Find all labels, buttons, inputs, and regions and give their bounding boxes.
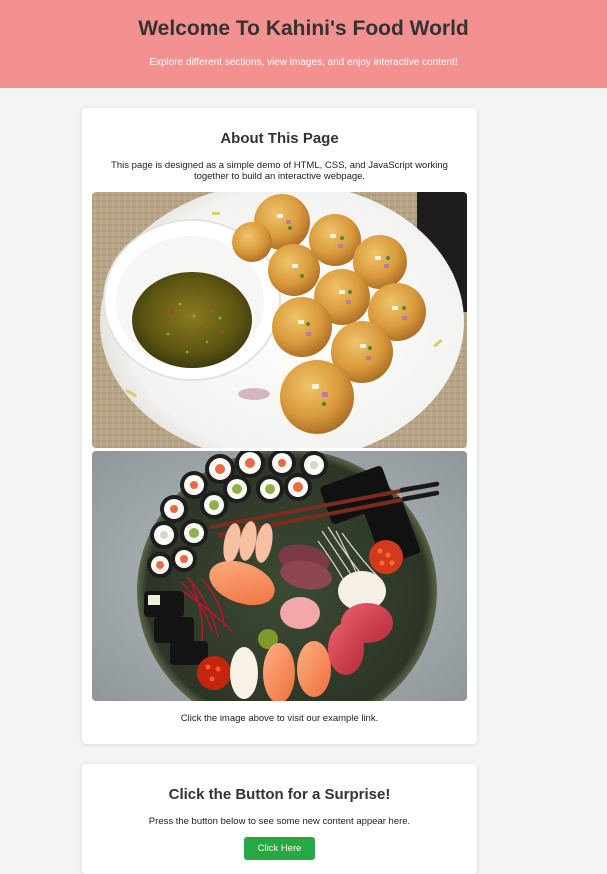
sushi-platter-image[interactable] — [92, 451, 467, 701]
pani-puri-image[interactable] — [92, 192, 467, 448]
surprise-heading: Click the Button for a Surprise! — [168, 786, 391, 803]
page-header: Welcome To Kahini's Food World Explore d… — [0, 0, 607, 88]
about-heading: About This Page — [220, 130, 339, 147]
image-caption: Click the image above to visit our examp… — [180, 713, 379, 724]
about-section: About This Page This page is designed as… — [82, 108, 477, 744]
surprise-description: Press the button below to see some new c… — [148, 816, 411, 827]
about-description: This page is designed as a simple demo o… — [111, 160, 448, 182]
surprise-button[interactable]: Click Here — [244, 837, 315, 860]
surprise-section: Click the Button for a Surprise! Press t… — [82, 764, 477, 874]
page-subtitle: Explore different sections, view images,… — [149, 57, 458, 68]
page-title: Welcome To Kahini's Food World — [138, 17, 469, 40]
